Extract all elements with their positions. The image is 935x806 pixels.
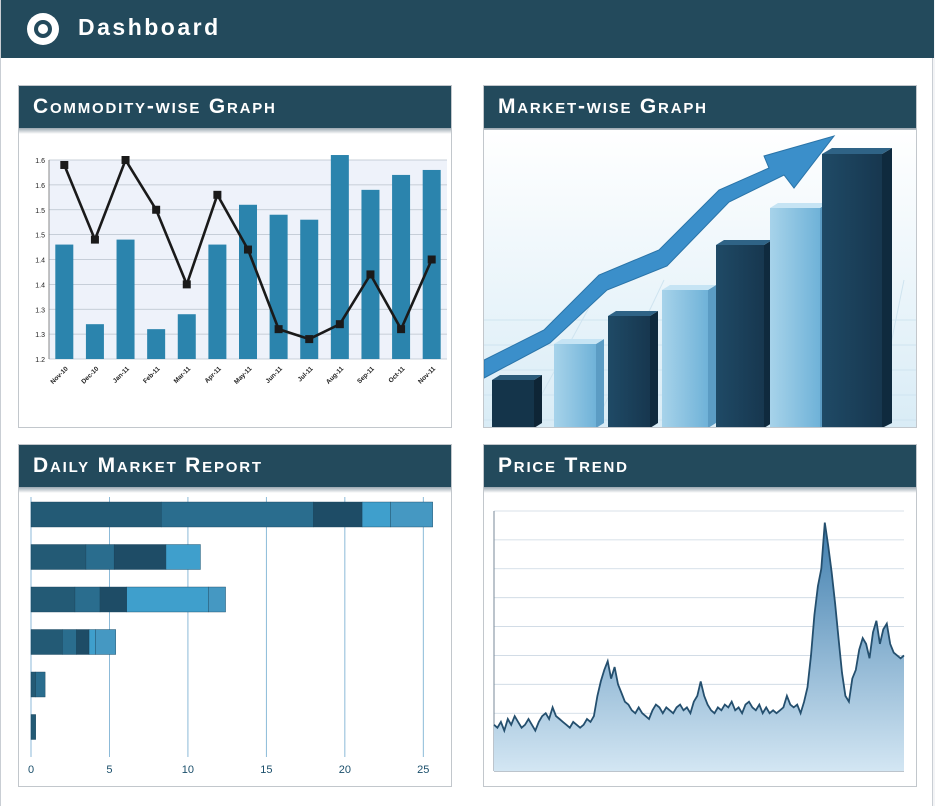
area-fill bbox=[494, 522, 904, 771]
bar bbox=[422, 169, 441, 359]
bar bbox=[177, 314, 196, 359]
daily-report-panel-header: Daily Market Report bbox=[19, 445, 451, 487]
commodity-chart: 1.2 1.3 1.3 1.4 1.4 1.5 1.5 1.6 1.6 Nov-10 Dec-10 J… bbox=[35, 155, 447, 386]
x-tick-label: 25 bbox=[417, 764, 429, 776]
daily-report-chart: 0 5 10 15 20 25 bbox=[28, 497, 433, 776]
price-trend-panel: Price Trend bbox=[483, 444, 917, 787]
x-tick-label: 10 bbox=[182, 764, 194, 776]
target-icon bbox=[27, 13, 59, 45]
x-tick-label: 15 bbox=[260, 764, 272, 776]
line-marker bbox=[60, 160, 69, 169]
y-tick-label: 1.4 bbox=[35, 258, 45, 265]
dashboard-frame: Dashboard Commodity-wise Graph 1.2 1.3 1.3… bbox=[0, 0, 934, 806]
line-marker bbox=[182, 280, 191, 289]
line-marker bbox=[121, 156, 130, 164]
commodity-panel-title: Commodity-wise Graph bbox=[33, 95, 277, 118]
x-tick-label: Mar-11 bbox=[173, 365, 193, 385]
bar-segment bbox=[361, 501, 391, 528]
x-tick-label: May-11 bbox=[233, 365, 254, 386]
x-tick-label: 0 bbox=[28, 764, 34, 776]
x-tick-label: Feb-11 bbox=[142, 365, 162, 385]
bar-segment bbox=[35, 671, 46, 698]
market-panel: Market-wise Graph bbox=[483, 85, 917, 428]
bar-segment bbox=[85, 544, 115, 570]
price-trend-panel-header: Price Trend bbox=[484, 445, 916, 487]
bar-segment bbox=[30, 629, 63, 655]
y-tick-label: 1.2 bbox=[35, 357, 45, 364]
y-tick-label: 1.6 bbox=[35, 183, 45, 190]
bar-segment bbox=[76, 629, 90, 655]
line-marker bbox=[397, 325, 406, 334]
y-tick-label: 1.6 bbox=[35, 158, 45, 165]
y-tick-label: 1.4 bbox=[35, 282, 45, 289]
y-tick-label: 1.3 bbox=[35, 332, 45, 339]
bar-segment bbox=[126, 586, 209, 613]
market-growth-illustration bbox=[484, 130, 916, 427]
bar-segment bbox=[30, 501, 162, 528]
bar-segment bbox=[30, 714, 36, 740]
page-title: Dashboard bbox=[78, 14, 221, 40]
dashboard-header: Dashboard bbox=[1, 0, 934, 58]
y-tick-label: 1.5 bbox=[35, 233, 45, 240]
bar bbox=[55, 244, 74, 359]
x-tick-label: Jun-11 bbox=[265, 365, 285, 385]
x-tick-label: 20 bbox=[339, 764, 351, 776]
line-marker bbox=[335, 320, 344, 329]
bar-segment bbox=[95, 629, 116, 655]
line-marker bbox=[305, 335, 314, 344]
bar-segment bbox=[113, 544, 167, 570]
bar bbox=[208, 244, 227, 359]
bar-segment bbox=[74, 586, 101, 613]
bar bbox=[85, 324, 104, 359]
bar-segment bbox=[208, 586, 226, 613]
x-tick-label: Sep-11 bbox=[356, 365, 376, 385]
line-marker bbox=[427, 255, 436, 264]
x-tick-label: Oct-11 bbox=[387, 365, 406, 384]
x-tick-label: Nov-10 bbox=[49, 365, 70, 386]
bar-segment bbox=[62, 629, 77, 655]
x-tick-label: Apr-11 bbox=[204, 365, 224, 385]
daily-report-panel-title: Daily Market Report bbox=[33, 454, 263, 477]
line-marker bbox=[90, 235, 99, 244]
bar-segment bbox=[30, 586, 76, 613]
line-marker bbox=[274, 325, 283, 334]
daily-report-panel: Daily Market Report 0 5 10 15 20 25 bbox=[18, 444, 452, 787]
market-panel-title: Market-wise Graph bbox=[498, 95, 708, 118]
bar-segment bbox=[88, 629, 96, 655]
commodity-panel: Commodity-wise Graph 1.2 1.3 1.3 1.4 1.4 1.5 1… bbox=[18, 85, 452, 428]
bar-segment bbox=[313, 501, 363, 528]
line-marker bbox=[213, 190, 222, 199]
line-marker bbox=[152, 205, 161, 214]
bar-segment bbox=[390, 501, 433, 528]
price-trend-chart bbox=[493, 510, 905, 772]
bar-segment bbox=[30, 544, 87, 570]
bar bbox=[239, 204, 257, 359]
bar bbox=[269, 214, 288, 359]
bar-segment bbox=[165, 544, 201, 570]
y-tick-label: 1.3 bbox=[35, 307, 45, 314]
bar bbox=[116, 239, 135, 359]
bar-segment bbox=[161, 501, 314, 528]
x-tick-label: Nov-11 bbox=[417, 365, 437, 385]
bar-segment bbox=[30, 671, 36, 698]
x-tick-label: Jan-11 bbox=[112, 365, 132, 385]
line-marker bbox=[244, 245, 252, 254]
line-marker bbox=[366, 270, 375, 279]
x-tick-label: 5 bbox=[106, 764, 112, 776]
market-panel-header: Market-wise Graph bbox=[484, 86, 916, 128]
x-tick-label: Aug-11 bbox=[325, 365, 346, 386]
x-tick-label: Dec-10 bbox=[80, 365, 100, 385]
commodity-panel-header: Commodity-wise Graph bbox=[19, 86, 451, 128]
bar bbox=[147, 329, 166, 359]
price-trend-panel-title: Price Trend bbox=[498, 454, 629, 477]
x-tick-label: Jul-11 bbox=[297, 365, 315, 383]
y-tick-label: 1.5 bbox=[35, 208, 45, 215]
bar-segment bbox=[99, 586, 127, 613]
